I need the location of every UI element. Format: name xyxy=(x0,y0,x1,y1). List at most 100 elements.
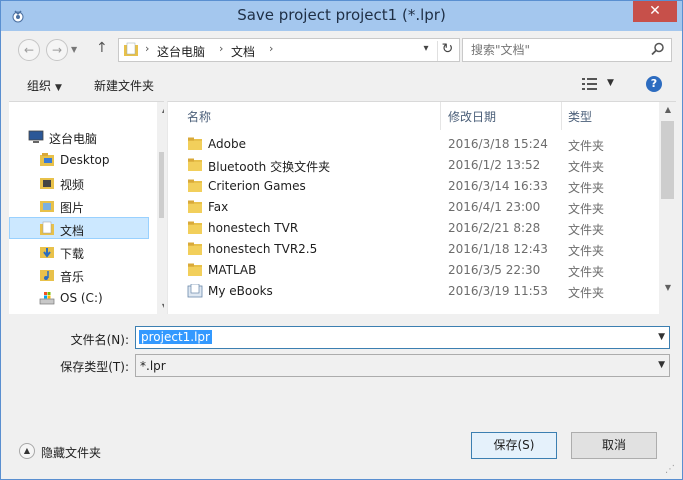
scroll-down-icon[interactable]: ▼ xyxy=(159,302,164,311)
folder-icon xyxy=(188,137,202,150)
tree-item-desktop[interactable]: Desktop xyxy=(9,149,149,171)
command-bar: 组织 ▼ 新建文件夹 ▼ ? xyxy=(2,67,681,101)
help-icon[interactable]: ? xyxy=(646,76,662,92)
chevron-down-icon[interactable]: ▼ xyxy=(658,360,665,370)
tree-item-videos[interactable]: 视频 xyxy=(9,172,149,194)
row-type: 文件夹 xyxy=(568,244,605,258)
table-row[interactable]: Criterion Games 2016/3/14 16:33 文件夹 xyxy=(168,176,658,197)
documents-location-icon xyxy=(124,42,138,56)
table-row[interactable]: Bluetooth 交换文件夹 2016/1/2 13:52 文件夹 xyxy=(168,155,658,176)
table-row[interactable]: Adobe 2016/3/18 15:24 文件夹 xyxy=(168,134,658,155)
chevron-down-icon[interactable]: ▼ xyxy=(658,332,665,342)
tree-item-label: OS (C:) xyxy=(60,291,103,305)
row-date: 2016/3/5 22:30 xyxy=(448,263,541,277)
row-type: 文件夹 xyxy=(568,223,605,237)
up-button[interactable]: ↑ xyxy=(96,40,108,56)
breadcrumb-this-pc[interactable]: 这台电脑 xyxy=(157,43,205,60)
save-button[interactable]: 保存(S) xyxy=(471,432,557,459)
folder-icon xyxy=(188,158,202,171)
search-icon[interactable] xyxy=(651,42,665,56)
cancel-button[interactable]: 取消 xyxy=(571,432,657,459)
view-options-icon[interactable] xyxy=(582,77,598,91)
folder-icon xyxy=(188,263,202,276)
back-button[interactable]: ← xyxy=(18,39,40,61)
recent-locations-icon[interactable]: ▼ xyxy=(71,45,77,54)
close-button[interactable]: ✕ xyxy=(633,1,677,22)
refresh-icon[interactable]: ↻ xyxy=(437,41,457,61)
pictures-folder-icon xyxy=(40,201,54,212)
row-name: honestech TVR xyxy=(208,221,299,235)
tree-item-pictures[interactable]: 图片 xyxy=(9,195,149,217)
tree-item-music[interactable]: 音乐 xyxy=(9,264,149,286)
filename-field[interactable]: project1.lpr ▼ xyxy=(135,326,670,349)
navigation-bar: ← → ▼ ↑ › 这台电脑 › 文档 › ▾ ↻ xyxy=(9,33,676,65)
new-folder-button[interactable]: 新建文件夹 xyxy=(94,77,154,94)
tree-item-os-drive[interactable]: OS (C:) xyxy=(9,287,149,309)
tree-item-downloads[interactable]: 下载 xyxy=(9,241,149,263)
chevron-up-icon: ▲ xyxy=(19,443,35,459)
view-dropdown-icon[interactable]: ▼ xyxy=(607,78,614,88)
row-name: My eBooks xyxy=(208,284,273,298)
title-bar[interactable]: Save project project1 (*.lpr) ✕ xyxy=(1,1,682,31)
row-date: 2016/1/18 12:43 xyxy=(448,242,548,256)
search-box[interactable] xyxy=(462,38,672,62)
file-list-scrollbar[interactable]: ▲ ▼ xyxy=(659,102,676,314)
breadcrumb-separator-icon: › xyxy=(145,42,150,55)
folder-icon xyxy=(40,153,54,166)
filename-value[interactable]: project1.lpr xyxy=(139,330,212,344)
file-list: ^ 名称 修改日期 类型 Adobe 2016/3/18 15:24 文件夹 Blue… xyxy=(167,101,676,314)
tree-item-documents[interactable]: 文档 xyxy=(9,217,149,239)
row-type: 文件夹 xyxy=(568,202,605,216)
tree-item-label: 视频 xyxy=(60,178,85,192)
navigation-scrollbar[interactable]: ▲ ▼ xyxy=(157,102,164,314)
navigation-pane: 这台电脑 Desktop 视频 图片 文档 下载 音乐 OS (C:) xyxy=(9,101,164,314)
row-name: Criterion Games xyxy=(208,179,306,193)
scroll-down-icon[interactable]: ▼ xyxy=(662,283,674,292)
column-header-type[interactable]: 类型 xyxy=(562,102,658,130)
filetype-value: *.lpr xyxy=(140,359,166,373)
tree-item-label: Desktop xyxy=(60,153,110,167)
column-header-label: 类型 xyxy=(568,110,593,124)
row-type: 文件夹 xyxy=(568,139,605,153)
music-folder-icon xyxy=(40,270,54,281)
forward-button[interactable]: → xyxy=(46,39,68,61)
scroll-up-icon[interactable]: ▲ xyxy=(662,105,674,114)
column-header-name[interactable]: ^ 名称 xyxy=(168,102,440,130)
scroll-up-icon[interactable]: ▲ xyxy=(159,105,164,114)
breadcrumb-documents[interactable]: 文档 xyxy=(231,43,255,60)
tree-item-label: 这台电脑 xyxy=(49,132,98,146)
column-header-label: 修改日期 xyxy=(448,110,497,124)
table-row[interactable]: MATLAB 2016/3/5 22:30 文件夹 xyxy=(168,260,658,281)
address-bar[interactable]: › 这台电脑 › 文档 › ▾ ↻ xyxy=(118,38,460,62)
table-row[interactable]: My eBooks 2016/3/19 11:53 文件夹 xyxy=(168,281,658,302)
hide-folders-label: 隐藏文件夹 xyxy=(41,446,102,460)
scrollbar-thumb[interactable] xyxy=(159,152,164,218)
folder-icon xyxy=(188,221,202,234)
column-header-date[interactable]: 修改日期 xyxy=(441,102,561,130)
downloads-folder-icon xyxy=(40,247,54,258)
search-input[interactable] xyxy=(463,39,643,61)
row-name: MATLAB xyxy=(208,263,257,277)
window-title: Save project project1 (*.lpr) xyxy=(237,6,446,24)
documents-folder-icon xyxy=(40,221,54,235)
ebooks-folder-icon xyxy=(187,284,203,298)
video-folder-icon xyxy=(40,178,54,189)
row-type: 文件夹 xyxy=(568,286,605,300)
table-row[interactable]: Fax 2016/4/1 23:00 文件夹 xyxy=(168,197,658,218)
table-row[interactable]: honestech TVR 2016/2/21 8:28 文件夹 xyxy=(168,218,658,239)
tree-item-this-pc[interactable]: 这台电脑 xyxy=(9,126,149,148)
address-dropdown-icon[interactable]: ▾ xyxy=(417,43,435,61)
row-date: 2016/4/1 23:00 xyxy=(448,200,541,214)
organize-menu[interactable]: 组织 ▼ xyxy=(27,77,62,94)
row-date: 2016/2/21 8:28 xyxy=(448,221,541,235)
row-date: 2016/3/18 15:24 xyxy=(448,137,548,151)
scrollbar-thumb[interactable] xyxy=(661,121,674,199)
table-row[interactable]: honestech TVR2.5 2016/1/18 12:43 文件夹 xyxy=(168,239,658,260)
breadcrumb-separator-icon: › xyxy=(219,42,224,55)
tree-item-label: 下载 xyxy=(60,247,85,261)
drive-icon xyxy=(39,292,55,305)
resize-grip-icon[interactable]: ⋰ xyxy=(665,464,675,475)
breadcrumb-separator-icon: › xyxy=(269,42,274,55)
folder-icon xyxy=(188,200,202,213)
filetype-select[interactable]: *.lpr ▼ xyxy=(135,354,670,377)
